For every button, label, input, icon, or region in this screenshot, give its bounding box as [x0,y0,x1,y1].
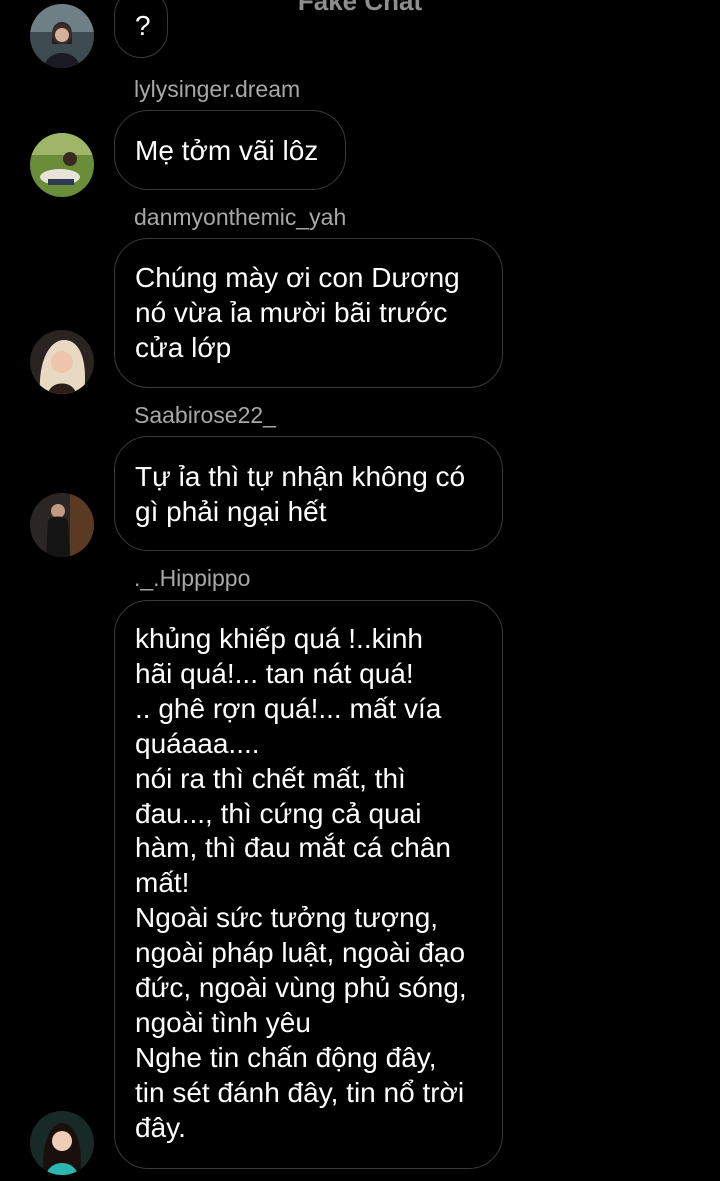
chat-header-title: Fake Chat [297,0,423,16]
avatar[interactable] [30,4,94,68]
user-avatar-icon [30,330,94,394]
user-avatar-icon [30,1111,94,1175]
avatar[interactable] [30,330,94,394]
message-bubble[interactable]: khủng khiếp quá !..kinh hãi quá!... tan … [114,600,503,1169]
user-avatar-icon [30,4,94,68]
user-avatar-icon [30,133,94,197]
avatar[interactable] [30,133,94,197]
avatar[interactable] [30,493,94,557]
message-bubble[interactable]: Tự ỉa thì tự nhận không có gì phải ngại … [114,436,503,551]
message-bubble[interactable]: Chúng mày ơi con Dương nó vừa ỉa mười bã… [114,238,503,388]
user-avatar-icon [30,493,94,557]
message-text: Chúng mày ơi con Dương nó vừa ỉa mười bã… [135,262,460,363]
message-text: Tự ỉa thì tự nhận không có gì phải ngại … [135,461,466,527]
avatar[interactable] [30,1111,94,1175]
message-username[interactable]: lylysinger.dream [134,75,300,103]
message-username[interactable]: danmyonthemic_yah [134,203,346,231]
message-text: khủng khiếp quá !..kinh hãi quá!... tan … [135,623,467,1143]
message-text: ? [135,10,151,41]
message-bubble[interactable]: ? [114,0,168,58]
message-username[interactable]: ._.Hippippo [134,564,250,592]
message-bubble[interactable]: Mẹ tởm vãi lôz [114,110,346,190]
message-text: Mẹ tởm vãi lôz [135,135,319,166]
message-username[interactable]: Saabirose22_ [134,401,276,429]
